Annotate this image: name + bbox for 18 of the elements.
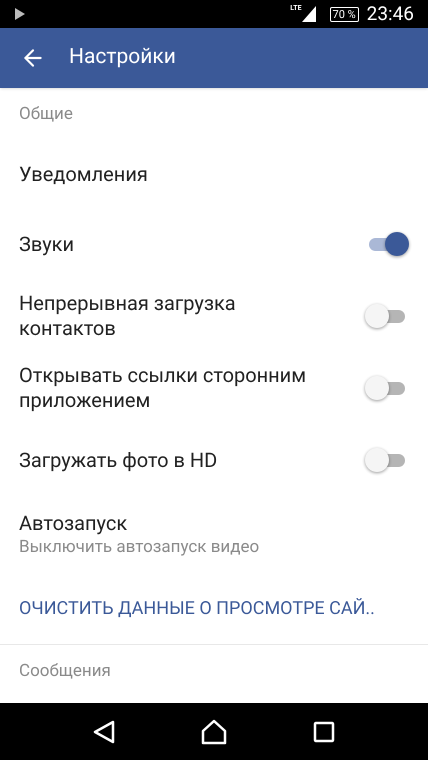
setting-title[interactable]: Автозапуск	[19, 510, 409, 536]
clear-data-link[interactable]: ОЧИСТИТЬ ДАННЫЕ О ПРОСМОТРЕ САЙ..	[19, 594, 375, 622]
setting-title: Открывать ссылки сторонним приложением	[19, 363, 308, 413]
setting-title: Загружать фото в HD	[19, 448, 218, 472]
section-header: Общие	[19, 103, 73, 126]
setting-subtitle: Выключить автозапуск видео	[19, 536, 260, 558]
overview-icon[interactable]	[313, 720, 335, 742]
setting-title[interactable]: Уведомления	[19, 159, 148, 189]
battery-indicator: 70 %	[330, 6, 359, 22]
section-header: Сообщения	[19, 660, 111, 684]
signal-icon	[302, 6, 316, 22]
home-icon[interactable]	[201, 718, 227, 744]
setting-title: Непрерывная загрузка контактов	[19, 291, 237, 341]
app-bar-title: Настройки	[69, 44, 176, 72]
clock: 23:46	[366, 0, 414, 27]
back-icon[interactable]	[93, 720, 115, 744]
setting-title: Звуки	[19, 232, 74, 256]
play-icon	[14, 8, 26, 20]
